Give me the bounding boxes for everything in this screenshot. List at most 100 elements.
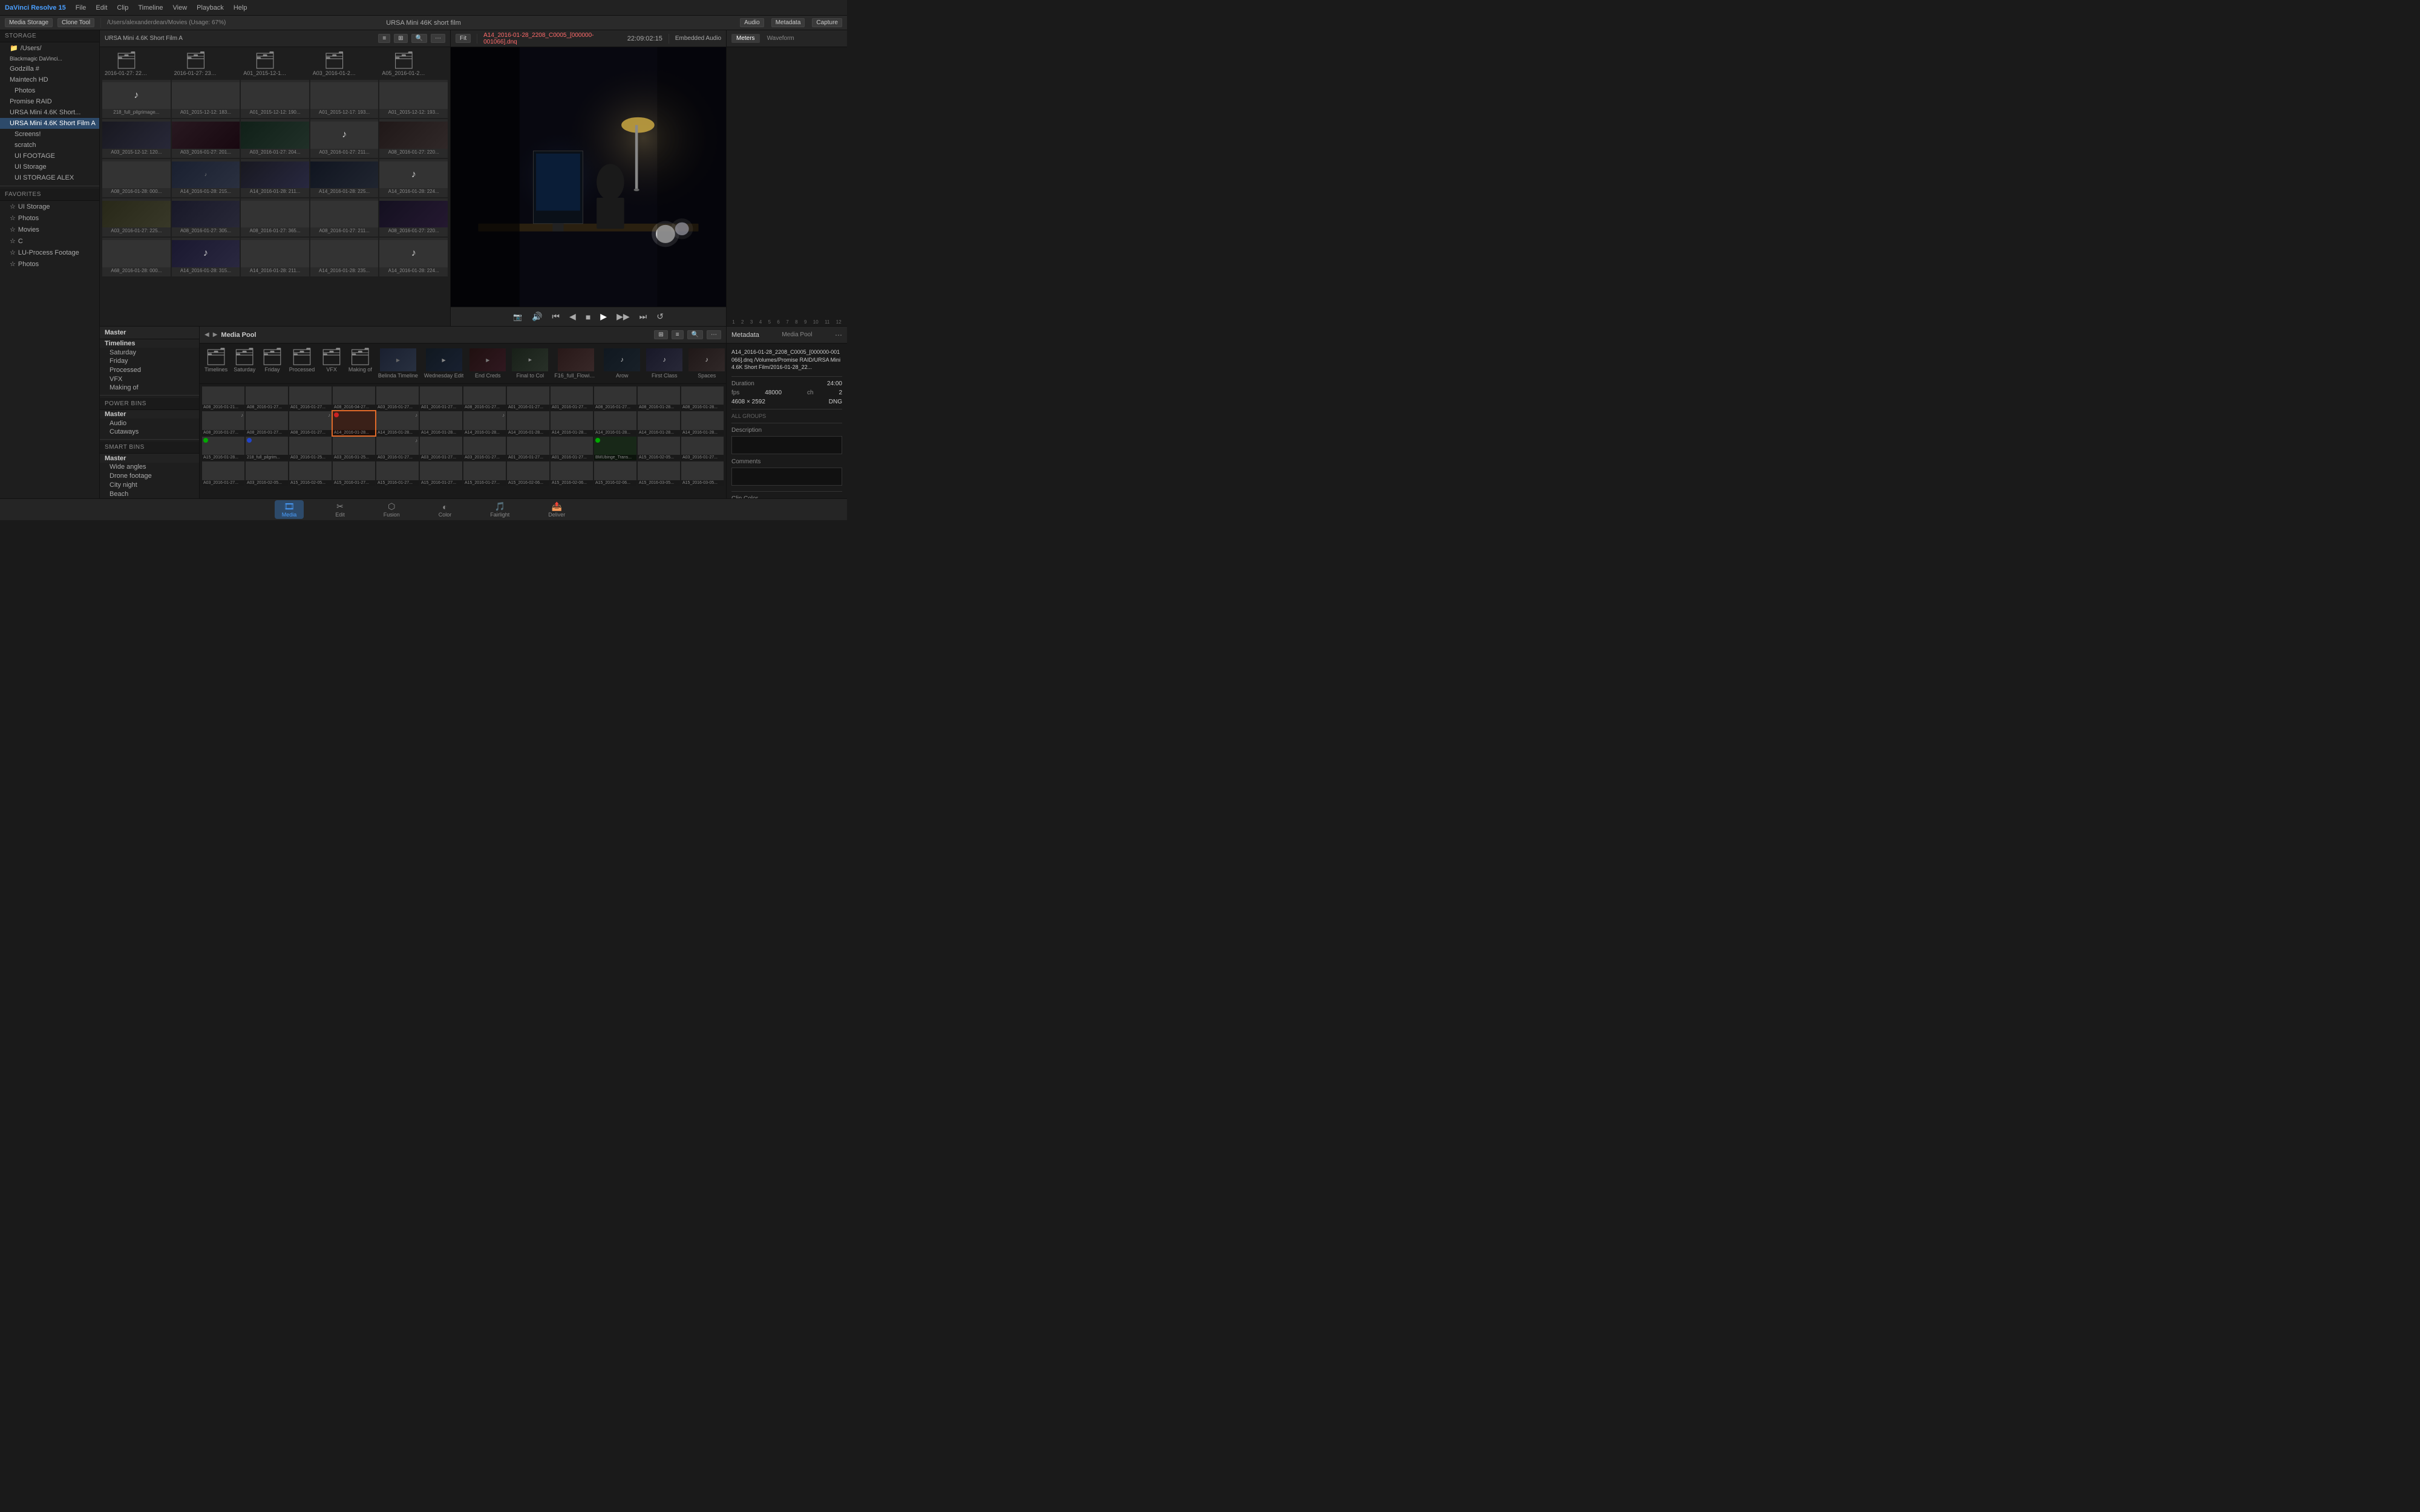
pool-clip-belinda[interactable]: ▶ Belinda Timeline bbox=[376, 346, 420, 381]
pool-grid-view[interactable]: ⊞ bbox=[654, 330, 667, 339]
pool-nav-back[interactable]: ◀ bbox=[204, 331, 209, 338]
sidebar-item-ursa2[interactable]: URSA Mini 4.6K Short Film A bbox=[0, 118, 99, 129]
clip-15[interactable]: ♪A08_2016-01-27... bbox=[289, 411, 332, 435]
folder-item-0[interactable]: 🗂 2016-01-27: 22.23.12 bbox=[102, 50, 151, 79]
sidebar-fav-photos[interactable]: ☆ Photos bbox=[0, 212, 99, 224]
menu-timeline[interactable]: Timeline bbox=[138, 4, 163, 11]
bin-clip-15[interactable]: A03_2016-01-27: 225... bbox=[102, 198, 171, 236]
meta-more-icon[interactable]: ⋯ bbox=[835, 331, 842, 339]
sidebar-fav-ui-storage[interactable]: ☆ UI Storage bbox=[0, 201, 99, 212]
pool-nav-forward[interactable]: ▶ bbox=[213, 331, 218, 338]
tab-waveform[interactable]: Waveform bbox=[762, 34, 799, 43]
smart-wide[interactable]: Wide angles bbox=[100, 463, 199, 472]
pool-clip-firstclass[interactable]: ♪ First Class bbox=[644, 346, 685, 381]
bin-clip-1[interactable]: A01_2015-12-12: 183... bbox=[172, 80, 240, 118]
bin-friday[interactable]: Friday bbox=[100, 357, 199, 366]
clip-4[interactable]: A08_2016-04-27... bbox=[333, 386, 375, 410]
smart-drone[interactable]: Drone footage bbox=[100, 472, 199, 481]
folder-item-3[interactable]: 🗂 A03_2016-01-27: 224... bbox=[310, 50, 359, 79]
nav-edit[interactable]: ✂ Edit bbox=[328, 500, 352, 519]
bin-clip-21[interactable]: ♪ A14_2016-01-28: 315... bbox=[172, 238, 240, 276]
bin-more[interactable]: ⋯ bbox=[431, 34, 445, 43]
smart-city[interactable]: City night bbox=[100, 480, 199, 489]
sidebar-item-maintech[interactable]: Maintech HD bbox=[0, 74, 99, 85]
pool-clip-f16[interactable]: F16_full_Flowing... bbox=[552, 346, 600, 381]
bin-clip-9[interactable]: A08_2016-01-27: 220... bbox=[379, 119, 448, 157]
clone-tool-tab[interactable]: Clone Tool bbox=[57, 18, 94, 27]
clip-39[interactable]: A15_2016-02-05... bbox=[289, 461, 332, 485]
bin-clip-11[interactable]: ♪ A14_2016-01-28: 215... bbox=[172, 159, 240, 197]
bin-clip-22[interactable]: A14_2016-01-28: 211... bbox=[241, 238, 309, 276]
pool-folder-timelines[interactable]: 🗂 Timelines bbox=[202, 346, 230, 381]
bin-clip-12[interactable]: A14_2016-01-28: 211... bbox=[241, 159, 309, 197]
clip-22[interactable]: A14_2016-01-28... bbox=[594, 411, 636, 435]
sidebar-item-ui-footage[interactable]: UI FOOTAGE bbox=[0, 151, 99, 161]
bin-clip-18[interactable]: A08_2016-01-27: 211... bbox=[310, 198, 379, 236]
clip-12[interactable]: A08_2016-01-28... bbox=[681, 386, 724, 410]
sidebar-item-promise[interactable]: Promise RAID bbox=[0, 96, 99, 107]
clip-5[interactable]: A03_2016-01-27... bbox=[376, 386, 419, 410]
power-master[interactable]: Master bbox=[100, 410, 199, 419]
clip-16[interactable]: A14_2016-01-28... bbox=[333, 411, 375, 435]
clip-23[interactable]: A14_2016-01-28... bbox=[638, 411, 680, 435]
clip-43[interactable]: A15_2016-01-27... bbox=[463, 461, 506, 485]
sidebar-fav-photos2[interactable]: ☆ Photos bbox=[0, 258, 99, 270]
capture-button[interactable]: Capture bbox=[812, 18, 842, 27]
clip-3[interactable]: A01_2016-01-27... bbox=[289, 386, 332, 410]
bin-clip-19[interactable]: A08_2016-01-27: 220... bbox=[379, 198, 448, 236]
nav-color[interactable]: ◐ Color bbox=[431, 501, 459, 519]
pool-folder-making[interactable]: 🗂 Making of bbox=[346, 346, 374, 381]
bin-clip-7[interactable]: A03_2016-01-27: 204... bbox=[241, 119, 309, 157]
bin-clip-16[interactable]: A08_2016-01-27: 305... bbox=[172, 198, 240, 236]
preview-prev-frame[interactable]: ◀ bbox=[567, 310, 578, 323]
clip-33[interactable]: A01_2016-01-27... bbox=[551, 437, 593, 460]
nav-fairlight[interactable]: 🎵 Fairlight bbox=[483, 500, 517, 519]
sidebar-item-ursa1[interactable]: URSA Mini 4.6K Short... bbox=[0, 107, 99, 118]
clip-20[interactable]: A14_2016-01-28... bbox=[507, 411, 549, 435]
clip-24[interactable]: A14_2016-01-28... bbox=[681, 411, 724, 435]
menu-view[interactable]: View bbox=[173, 4, 188, 11]
clip-42[interactable]: A15_2016-01-27... bbox=[420, 461, 462, 485]
pool-search[interactable]: 🔍 bbox=[687, 330, 703, 339]
pool-folder-saturday[interactable]: 🗂 Saturday bbox=[231, 346, 258, 381]
clip-1[interactable]: A08_2016-01-21... bbox=[202, 386, 244, 410]
folder-item-4[interactable]: 🗂 A05_2016-01-27: 225... bbox=[379, 50, 428, 79]
clip-47[interactable]: A15_2016-03-05... bbox=[638, 461, 680, 485]
bin-list-view[interactable]: ≡ bbox=[378, 34, 390, 43]
bin-clip-2[interactable]: A01_2015-12-12: 190... bbox=[241, 80, 309, 118]
clip-37[interactable]: A03_2016-01-27... bbox=[202, 461, 244, 485]
pool-clip-arow[interactable]: ♪ Arow bbox=[601, 346, 643, 381]
sidebar-fav-process[interactable]: ☆ LU-Process Footage bbox=[0, 247, 99, 258]
media-storage-tab[interactable]: Media Storage bbox=[5, 18, 53, 27]
clip-48[interactable]: A15_2016-03-05... bbox=[681, 461, 724, 485]
sidebar-fav-c[interactable]: ☆ C bbox=[0, 235, 99, 247]
bin-making-of[interactable]: Making of bbox=[100, 383, 199, 393]
sidebar-fav-movies[interactable]: ☆ Movies bbox=[0, 224, 99, 235]
sidebar-item-godzilla[interactable]: Godzilla # bbox=[0, 64, 99, 74]
clip-46[interactable]: A15_2016-02-06... bbox=[594, 461, 636, 485]
pool-folder-vfx[interactable]: 🗂 VFX bbox=[318, 346, 345, 381]
sidebar-item-scratch[interactable]: scratch bbox=[0, 140, 99, 151]
clip-17[interactable]: ♪A14_2016-01-28... bbox=[376, 411, 419, 435]
clip-13[interactable]: ♪A08_2016-01-27... bbox=[202, 411, 244, 435]
bin-clip-6[interactable]: A03_2016-01-27: 201... bbox=[172, 119, 240, 157]
bin-clip-23[interactable]: A14_2016-01-28: 235... bbox=[310, 238, 379, 276]
preview-loop[interactable]: ↺ bbox=[654, 310, 666, 323]
bin-clip-10[interactable]: A08_2016-01-28: 000... bbox=[102, 159, 171, 197]
audio-button[interactable]: Audio bbox=[740, 18, 764, 27]
folder-item-2[interactable]: 🗂 A01_2015-12-17: 182... bbox=[241, 50, 289, 79]
meta-description-input[interactable] bbox=[731, 436, 842, 454]
sidebar-item-users[interactable]: 📁 /Users/ bbox=[0, 42, 99, 54]
clip-34[interactable]: BMUbinge_Trans... bbox=[594, 437, 636, 460]
clip-9[interactable]: A01_2016-01-27... bbox=[551, 386, 593, 410]
sidebar-item-ui-storage[interactable]: UI Storage bbox=[0, 161, 99, 172]
clip-41[interactable]: A15_2016-01-27... bbox=[376, 461, 419, 485]
clip-6[interactable]: A01_2016-01-27... bbox=[420, 386, 462, 410]
clip-18[interactable]: A14_2016-01-28... bbox=[420, 411, 462, 435]
clip-19[interactable]: ♪A14_2016-01-28... bbox=[463, 411, 506, 435]
sidebar-item-blackmagic[interactable]: Blackmagic DaVinci... bbox=[0, 54, 99, 64]
nav-fusion[interactable]: ⬡ Fusion bbox=[376, 500, 407, 519]
clip-35[interactable]: A15_2016-02-05... bbox=[638, 437, 680, 460]
menu-file[interactable]: File bbox=[76, 4, 87, 11]
clip-2[interactable]: A08_2016-01-27... bbox=[246, 386, 288, 410]
